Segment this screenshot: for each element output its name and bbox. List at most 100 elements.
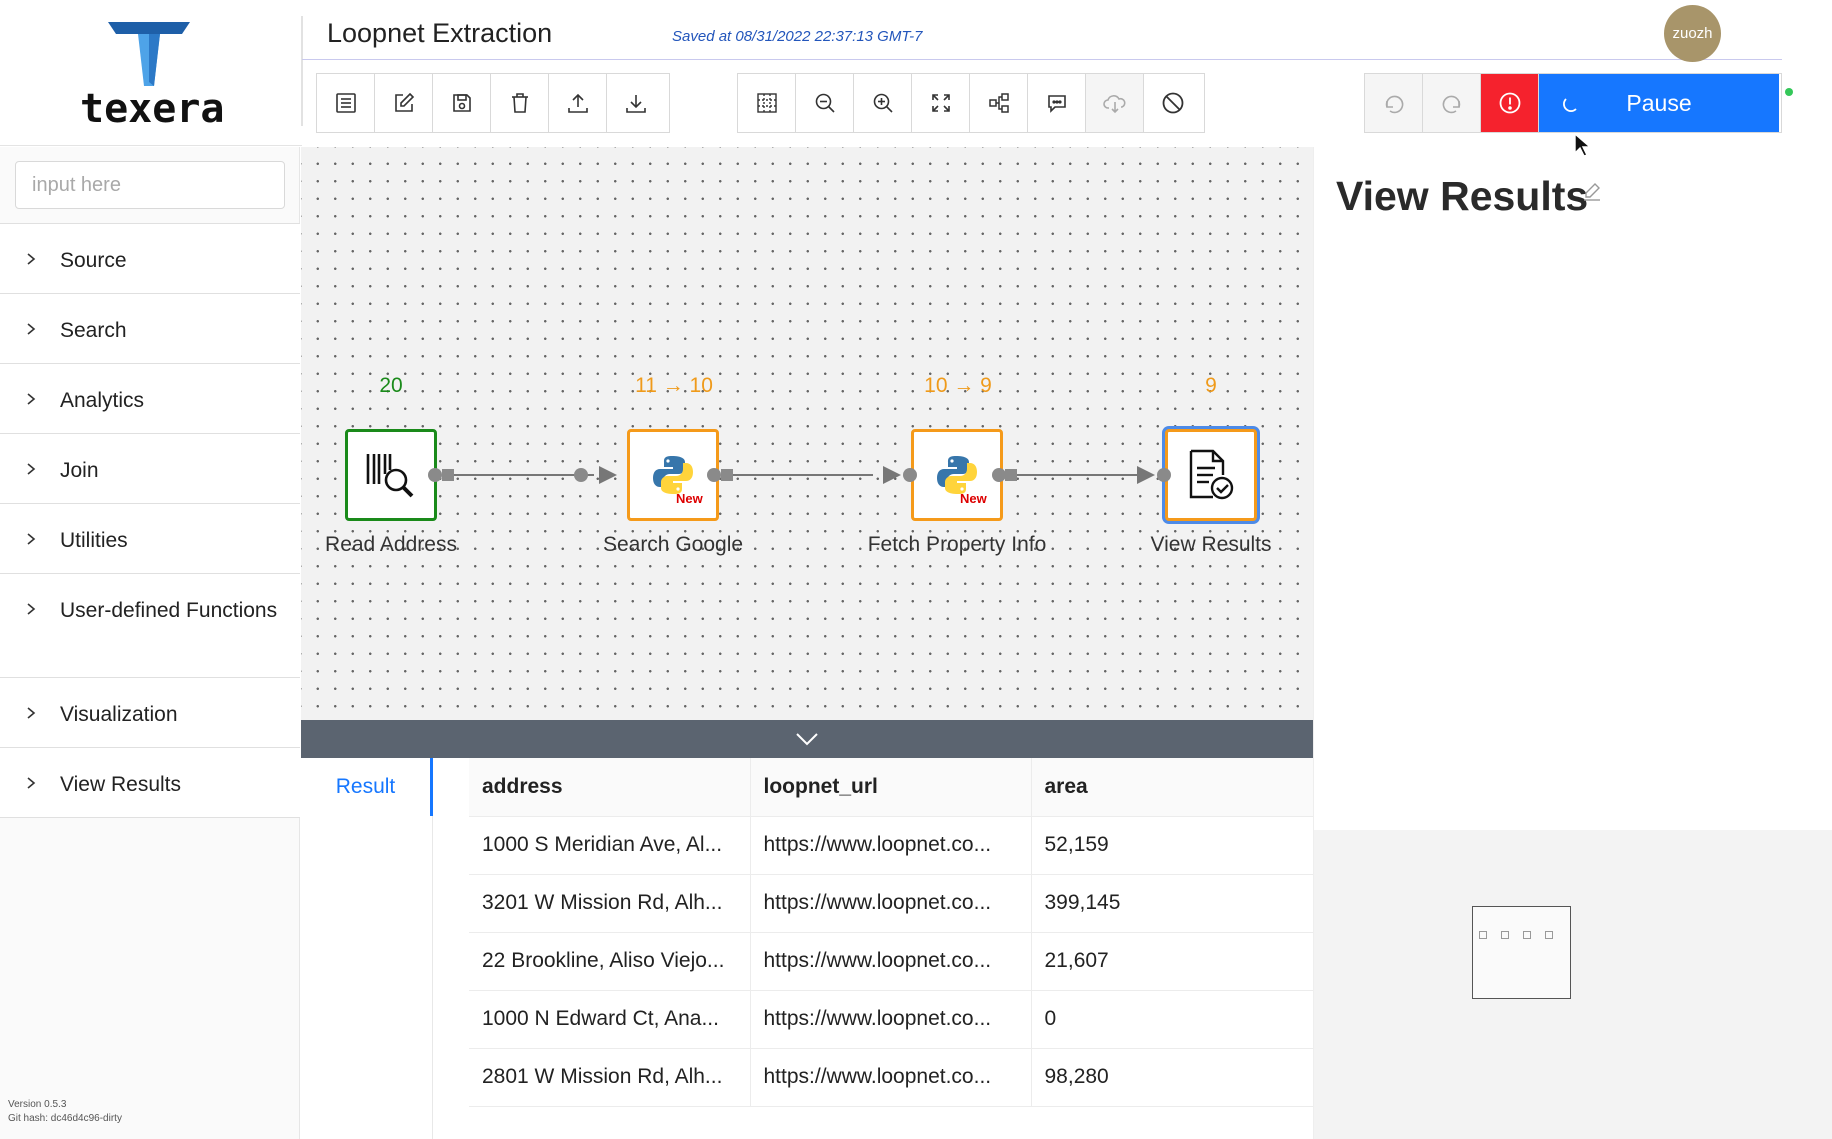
title-bar: Loopnet Extraction Saved at 08/31/2022 2…: [302, 0, 1782, 60]
download-button[interactable]: [607, 74, 665, 132]
result-panel-collapse-bar[interactable]: [301, 720, 1313, 758]
redo-icon: [1442, 95, 1460, 114]
loading-spinner-icon: [1563, 98, 1577, 112]
workflow-canvas[interactable]: 20 Read Address 11 → 10 New Search Googl…: [301, 147, 1313, 720]
edit-title-icon[interactable]: [1582, 181, 1602, 201]
user-avatar[interactable]: zuozh: [1664, 5, 1721, 62]
table-row[interactable]: 2801 W Mission Rd, Alh... https://www.lo…: [469, 1048, 1313, 1107]
table-cell: https://www.loopnet.co...: [750, 990, 1032, 1049]
output-port[interactable]: [428, 468, 442, 482]
operator-search-input[interactable]: [15, 161, 285, 209]
cache-button[interactable]: [1086, 74, 1144, 132]
result-panel: Result address loopnet_url area 1000 S M…: [301, 758, 1313, 1139]
pause-button[interactable]: Pause: [1539, 74, 1779, 132]
input-port[interactable]: [574, 468, 588, 482]
new-badge: New: [676, 491, 703, 506]
minimap[interactable]: [1314, 830, 1832, 1139]
table-row[interactable]: 22 Brookline, Aliso Viejo... https://www…: [469, 932, 1313, 991]
operator-category-list: Source Search Analytics Join Utilities U…: [0, 223, 300, 818]
chevron-right-icon: [27, 253, 36, 265]
zoom-out-button[interactable]: [796, 74, 854, 132]
table-cell: 2801 W Mission Rd, Alh...: [469, 1048, 751, 1107]
table-cell: 1000 S Meridian Ave, Al...: [469, 816, 751, 875]
version-info: Version 0.5.3 Git hash: dc46d4c96-dirty: [8, 1098, 122, 1126]
comment-icon: [1047, 95, 1066, 113]
category-label: Search: [60, 319, 127, 342]
column-header[interactable]: address: [469, 758, 751, 817]
undo-button[interactable]: [1365, 74, 1423, 132]
workflow-name[interactable]: Loopnet Extraction: [327, 18, 552, 49]
saved-status: Saved at 08/31/2022 22:37:13 GMT-7: [672, 28, 923, 45]
table-cell: https://www.loopnet.co...: [750, 874, 1032, 933]
link-arrowhead: [883, 466, 901, 484]
zoom-in-button[interactable]: [854, 74, 912, 132]
category-user-defined-functions[interactable]: User-defined Functions: [0, 574, 300, 678]
error-button[interactable]: [1481, 74, 1539, 132]
zoom-in-icon: [873, 93, 893, 113]
input-port[interactable]: [1157, 468, 1171, 482]
minimap-node: [1545, 931, 1553, 939]
auto-layout-button[interactable]: [970, 74, 1028, 132]
minimap-node: [1501, 931, 1509, 939]
delete-button[interactable]: [491, 74, 549, 132]
workflow-link[interactable]: [444, 474, 594, 476]
table-cell: https://www.loopnet.co...: [750, 816, 1032, 875]
fit-screen-button[interactable]: [912, 74, 970, 132]
category-search[interactable]: Search: [0, 294, 300, 364]
operator-fetch-property-info[interactable]: New: [911, 429, 1003, 521]
table-cell: 21,607: [1031, 932, 1313, 991]
input-port[interactable]: [903, 468, 917, 482]
output-port[interactable]: [707, 468, 721, 482]
workflow-link[interactable]: [723, 474, 873, 476]
minimap-viewport[interactable]: [1472, 906, 1571, 999]
grid-icon: [756, 93, 777, 113]
column-header[interactable]: area: [1031, 758, 1313, 817]
operator-count: 10 → 9: [924, 374, 992, 397]
disable-operator-button[interactable]: [1144, 74, 1202, 132]
git-hash-text: Git hash: dc46d4c96-dirty: [8, 1113, 122, 1124]
operator-title: View Results: [1336, 173, 1589, 219]
operator-view-results[interactable]: [1165, 429, 1257, 521]
chevron-down-icon: [796, 733, 818, 746]
tab-result[interactable]: Result: [301, 758, 433, 816]
chevron-right-icon: [27, 323, 36, 335]
chevron-right-icon: [27, 707, 36, 719]
tab-rail: [432, 816, 433, 1139]
grid-toggle-button[interactable]: [738, 74, 796, 132]
category-visualization[interactable]: Visualization: [0, 678, 300, 748]
operator-label: View Results: [1150, 533, 1272, 556]
table-row[interactable]: 1000 N Edward Ct, Ana... https://www.loo…: [469, 990, 1313, 1049]
operator-list-button[interactable]: [317, 74, 375, 132]
table-cell: 22 Brookline, Aliso Viejo...: [469, 932, 751, 991]
output-port[interactable]: [992, 468, 1006, 482]
category-utilities[interactable]: Utilities: [0, 504, 300, 574]
layout-icon: [988, 93, 1009, 113]
operator-search-google[interactable]: New: [627, 429, 719, 521]
operator-count: 11 → 10: [635, 374, 713, 397]
export-button[interactable]: [549, 74, 607, 132]
category-analytics[interactable]: Analytics: [0, 364, 300, 434]
table-cell: 1000 N Edward Ct, Ana...: [469, 990, 751, 1049]
edit-icon: [394, 92, 414, 112]
workflow-link[interactable]: [1007, 474, 1137, 476]
redo-button[interactable]: [1423, 74, 1481, 132]
table-row[interactable]: 3201 W Mission Rd, Alh... https://www.lo…: [469, 874, 1313, 933]
table-cell: https://www.loopnet.co...: [750, 1048, 1032, 1107]
table-cell: 98,280: [1031, 1048, 1313, 1107]
category-join[interactable]: Join: [0, 434, 300, 504]
category-view-results[interactable]: View Results: [0, 748, 300, 818]
category-source[interactable]: Source: [0, 224, 300, 294]
category-label: Visualization: [60, 703, 178, 726]
download-icon: [626, 95, 646, 113]
save-button[interactable]: [433, 74, 491, 132]
comment-button[interactable]: [1028, 74, 1086, 132]
operator-label: Read Address: [325, 533, 457, 556]
execution-toolbar: Pause: [1364, 73, 1782, 133]
texera-wordmark: texera: [80, 86, 225, 132]
table-row[interactable]: 1000 S Meridian Ave, Al... https://www.l…: [469, 816, 1313, 875]
edit-button[interactable]: [375, 74, 433, 132]
category-label: Utilities: [60, 529, 128, 552]
column-header[interactable]: loopnet_url: [750, 758, 1032, 817]
chevron-right-icon: [27, 777, 36, 789]
operator-read-address[interactable]: [345, 429, 437, 521]
